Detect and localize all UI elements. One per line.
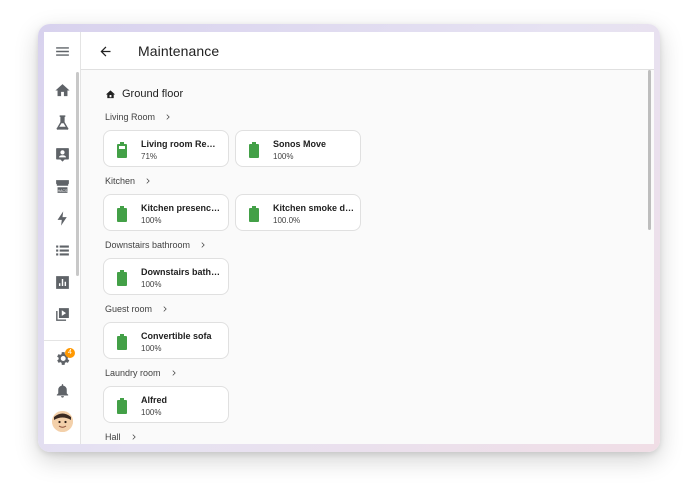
arrow-left-icon xyxy=(100,46,110,56)
area-name: Guest room xyxy=(105,304,153,314)
battery-level: 100.0% xyxy=(273,216,301,225)
area-header-guest-room[interactable]: Guest room xyxy=(105,304,169,314)
sidebar-item-energy[interactable] xyxy=(44,202,81,234)
battery-level: 100% xyxy=(141,344,162,353)
device-card[interactable]: Living room Remote 71% xyxy=(103,130,229,167)
battery-level: 100% xyxy=(141,408,162,417)
device-name: Kitchen smoke detector xyxy=(273,203,355,213)
sidebar-divider xyxy=(44,340,81,341)
area-name: Downstairs bathroom xyxy=(105,240,191,250)
area-header-kitchen[interactable]: Kitchen xyxy=(105,176,152,186)
area-header-living-room[interactable]: Living Room xyxy=(105,112,172,122)
back-button[interactable] xyxy=(95,41,115,61)
chevron-right-icon xyxy=(201,242,205,248)
bar-chart-icon xyxy=(56,275,69,289)
chevron-right-icon xyxy=(166,114,170,120)
menu-icon xyxy=(56,46,69,56)
settings-badge: 4 xyxy=(65,348,75,358)
device-card[interactable]: Kitchen smoke detector 100.0% xyxy=(235,194,361,231)
home-icon xyxy=(55,83,70,96)
battery-icon xyxy=(117,270,127,286)
floor-heading: Ground floor xyxy=(105,88,183,100)
sidebar-item-history[interactable] xyxy=(44,266,81,298)
battery-icon xyxy=(117,142,127,158)
sidebar-item-contacts[interactable] xyxy=(44,138,81,170)
media-play-icon xyxy=(56,307,69,321)
sidebar-item-media[interactable] xyxy=(44,298,81,330)
device-name: Downstairs bathroom sensor xyxy=(141,267,223,277)
main-scrollbar[interactable] xyxy=(648,70,651,230)
device-card[interactable]: Alfred 100% xyxy=(103,386,229,423)
area-name: Living Room xyxy=(105,112,156,122)
device-name: Alfred xyxy=(141,395,168,405)
battery-level: 71% xyxy=(141,152,158,161)
avatar-face-icon xyxy=(52,411,73,432)
app-window: HACS 4 Maintenance Ground floor Living R… xyxy=(44,32,654,444)
chevron-right-icon xyxy=(132,434,136,440)
lightning-icon xyxy=(57,210,67,226)
page-title: Maintenance xyxy=(138,43,220,59)
bell-icon xyxy=(56,383,69,398)
chevron-right-icon xyxy=(172,370,176,376)
battery-icon xyxy=(117,206,127,222)
device-name: Living room Remote xyxy=(141,139,223,149)
device-card[interactable]: Convertible sofa 100% xyxy=(103,322,229,359)
list-icon xyxy=(56,245,69,255)
sidebar-item-settings[interactable]: 4 xyxy=(44,342,81,374)
device-name: Kitchen presence sensor xyxy=(141,203,223,213)
battery-level: 100% xyxy=(141,216,162,225)
battery-icon xyxy=(249,206,259,222)
avatar[interactable] xyxy=(52,411,73,432)
sidebar-item-flask[interactable] xyxy=(44,106,81,138)
device-card[interactable]: Kitchen presence sensor 100% xyxy=(103,194,229,231)
hacs-label: HACS xyxy=(58,189,68,193)
battery-level: 100% xyxy=(273,152,294,161)
area-header-hall[interactable]: Hall xyxy=(105,432,138,442)
device-card[interactable]: Downstairs bathroom sensor 100% xyxy=(103,258,229,295)
area-name: Laundry room xyxy=(105,368,161,378)
sidebar-item-list[interactable] xyxy=(44,234,81,266)
home-outline-icon xyxy=(105,89,116,98)
area-header-laundry-room[interactable]: Laundry room xyxy=(105,368,178,378)
device-card[interactable]: Sonos Move 100% xyxy=(235,130,361,167)
chevron-right-icon xyxy=(163,306,167,312)
area-name: Kitchen xyxy=(105,176,136,186)
sidebar-item-home[interactable] xyxy=(44,74,81,106)
battery-icon xyxy=(249,142,259,158)
sidebar-item-notifications[interactable] xyxy=(44,374,81,406)
floor-title: Ground floor xyxy=(122,88,184,100)
flask-icon xyxy=(56,114,69,130)
chevron-right-icon xyxy=(146,178,150,184)
sidebar-item-hacs[interactable]: HACS xyxy=(44,170,81,202)
menu-button[interactable] xyxy=(44,35,81,67)
battery-icon xyxy=(117,398,127,414)
area-name: Hall xyxy=(105,432,121,442)
contact-card-icon xyxy=(56,147,69,162)
top-app-bar: Maintenance xyxy=(81,32,654,70)
battery-icon xyxy=(117,334,127,350)
area-header-downstairs-bathroom[interactable]: Downstairs bathroom xyxy=(105,240,207,250)
device-name: Convertible sofa xyxy=(141,331,212,341)
main-content: Ground floor Living Room Living room Rem… xyxy=(81,70,654,444)
battery-level: 100% xyxy=(141,280,162,289)
hacs-store-icon: HACS xyxy=(56,179,69,193)
device-name: Sonos Move xyxy=(273,139,327,149)
sidebar: HACS 4 xyxy=(44,32,81,444)
